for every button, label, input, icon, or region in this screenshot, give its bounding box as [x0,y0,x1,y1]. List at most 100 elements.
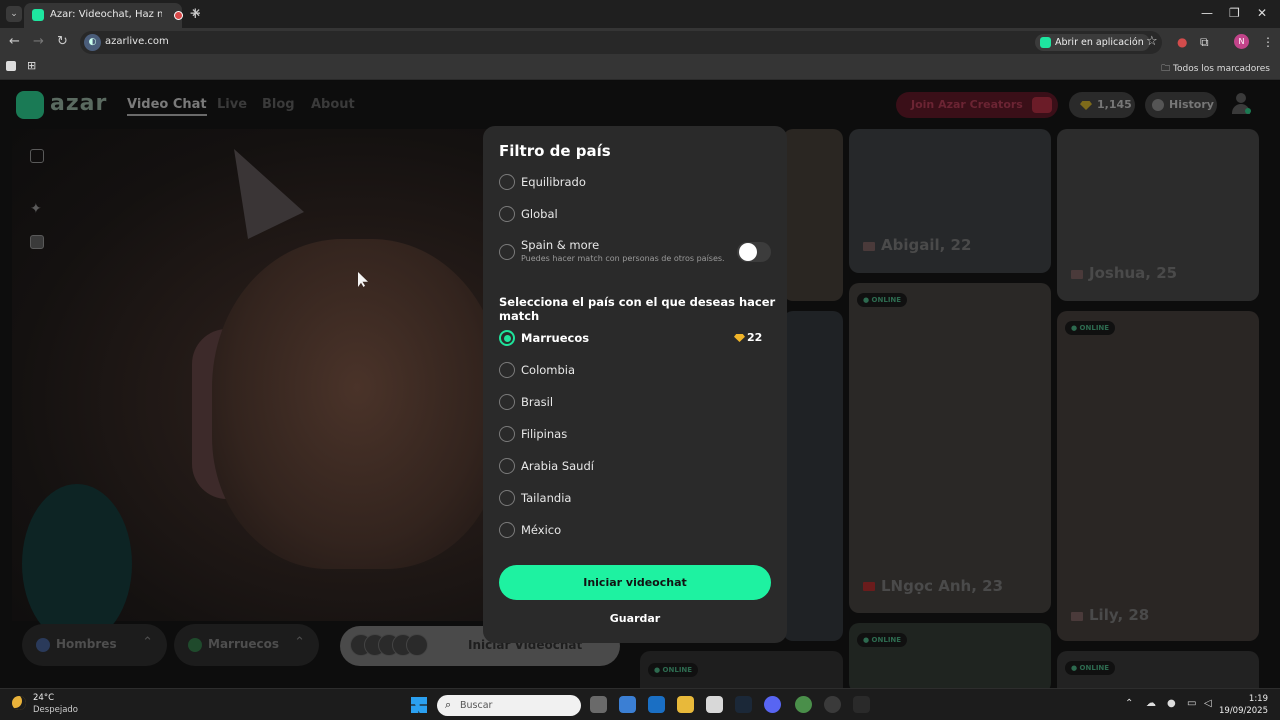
nav-about[interactable]: About [311,97,355,112]
flag-icon [1071,270,1083,279]
tab-search-icon[interactable]: ⌄ [6,6,22,22]
vietnam-flag-icon [863,582,875,591]
volume-icon[interactable]: ◁ [1204,698,1212,709]
radio-button[interactable] [499,394,515,410]
profile-card[interactable]: Joshua, 25 [1057,129,1259,301]
minimize-icon[interactable]: — [1201,6,1213,20]
taskbar-clock[interactable]: 1:19 19/09/2025 [1219,693,1268,717]
coins-button[interactable]: 1,145 [1069,92,1135,118]
coins-count: 1,145 [1097,98,1132,111]
bookmark-page-icon[interactable] [6,61,16,71]
back-icon[interactable]: ← [9,34,20,49]
flag-icon [1071,612,1083,621]
file-explorer-icon[interactable] [677,696,694,713]
start-videochat-button[interactable]: Iniciar videochat [499,565,771,600]
history-button[interactable]: History [1145,92,1217,118]
moon-weather-icon[interactable] [12,696,26,710]
option-label: Brasil [521,395,554,409]
profile-card[interactable]: ONLINE [640,651,843,688]
all-bookmarks[interactable]: 🗀 Todos los marcadores [1161,61,1270,77]
site-info-icon[interactable]: ◐ [84,34,101,51]
browser-menu-icon[interactable]: ⋮ [1262,35,1274,49]
radio-button[interactable] [499,244,515,260]
profile-card[interactable] [783,129,843,301]
weather-temperature: 24°C [33,693,55,703]
restore-icon[interactable]: ❐ [1229,6,1240,20]
price-value: 22 [747,331,763,344]
chrome-icon[interactable] [795,696,812,713]
windows-start-icon[interactable] [411,697,427,713]
taskbar-search[interactable]: ⌕ Buscar [437,695,581,716]
task-view-icon[interactable] [590,696,607,713]
chevron-up-icon: ⌃ [294,635,305,650]
photos-icon[interactable] [706,696,723,713]
profile-card[interactable]: ONLINE Lily, 28 [1057,311,1259,641]
gem-icon [1080,101,1092,110]
network-icon[interactable]: ▭ [1187,698,1196,709]
radio-button[interactable] [499,522,515,538]
profile-card[interactable] [783,311,843,641]
store-icon[interactable] [619,696,636,713]
extensions-puzzle-icon[interactable]: ⧉ [1200,35,1209,50]
open-in-app-button[interactable]: Abrir en aplicación [1035,34,1150,51]
nav-live[interactable]: Live [217,97,247,112]
apps-grid-icon[interactable]: ⊞ [27,59,36,72]
online-badge: ONLINE [857,633,908,647]
avatar-stack [350,634,430,658]
radio-button[interactable] [499,362,515,378]
radio-button[interactable] [499,426,515,442]
outlook-icon[interactable] [648,696,665,713]
radio-button[interactable] [499,490,515,506]
app-icon[interactable] [853,696,870,713]
browser-tab[interactable]: Azar: Videochat, Haz nuevo ✕ [24,3,201,28]
steam-icon[interactable] [735,696,752,713]
nav-video-chat[interactable]: Video Chat [127,97,207,116]
effects-sparkle-icon[interactable]: ✦ [30,201,42,217]
gem-icon [734,334,745,342]
azar-logo[interactable]: azar [50,91,107,116]
microphone-icon[interactable]: ● [1167,698,1176,709]
save-button[interactable]: Guardar [499,612,771,630]
price-tag: 22 [734,331,763,344]
country-filter-button[interactable]: Marruecos ⌃ [174,624,319,666]
sticker-icon[interactable] [30,235,44,249]
new-tab-icon[interactable]: + [189,4,202,22]
discord-icon[interactable] [764,696,781,713]
option-subtitle: Puedes hacer match con personas de otros… [521,254,725,263]
radio-button-selected[interactable] [499,330,515,346]
tray-overflow-icon[interactable]: ⌃ [1125,698,1133,709]
profile-card[interactable]: ONLINE [849,623,1051,688]
recording-icon [174,11,183,20]
online-badge: ONLINE [648,663,699,677]
forward-icon[interactable]: → [33,34,44,49]
microphone [22,484,132,644]
spain-more-toggle[interactable] [737,242,771,262]
expand-icon[interactable] [30,149,44,163]
onedrive-icon[interactable]: ☁ [1146,698,1156,709]
profile-card[interactable]: Abigail, 22 [849,129,1051,273]
option-label: Tailandia [521,491,572,505]
profile-avatar[interactable]: N [1234,34,1249,49]
radio-button[interactable] [499,206,515,222]
close-window-icon[interactable]: ✕ [1257,6,1267,20]
face [212,239,502,569]
option-label: Arabia Saudí [521,459,594,473]
radio-button[interactable] [499,174,515,190]
user-avatar-icon[interactable] [1232,93,1251,115]
option-label: Filipinas [521,427,568,441]
bookmark-star-icon[interactable]: ☆ [1146,34,1158,49]
azar-logo-icon[interactable] [16,91,44,119]
gender-filter-button[interactable]: Hombres ⌃ [22,624,167,666]
join-creators-button[interactable]: Join Azar Creators [896,92,1058,118]
card-name: Lily, 28 [1089,606,1150,624]
profile-card[interactable]: ONLINE LNgọc Anh, 23 [849,283,1051,613]
extension-icon[interactable]: ● [1177,35,1187,49]
option-label: México [521,523,562,537]
radio-button[interactable] [499,458,515,474]
reload-icon[interactable]: ↻ [57,34,68,49]
nav-blog[interactable]: Blog [262,97,295,112]
profile-card[interactable]: ONLINE [1057,651,1259,688]
obs-icon[interactable] [824,696,841,713]
address-bar[interactable]: ◐ azarlive.com Abrir en aplicación ☆ [80,31,1162,54]
all-bookmarks-label: Todos los marcadores [1173,64,1270,74]
